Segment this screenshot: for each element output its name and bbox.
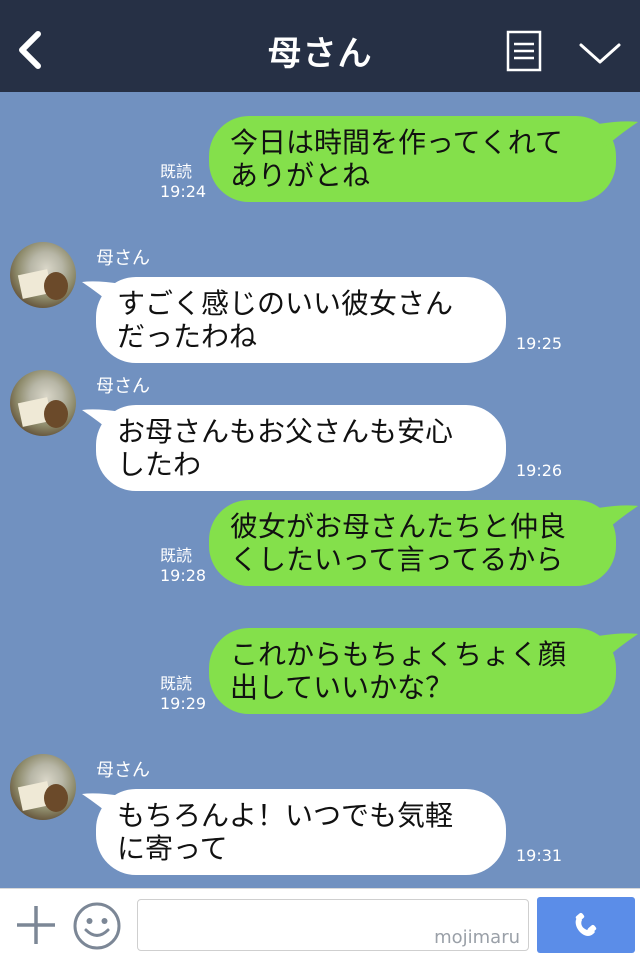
read-receipt: 既読 19:24 — [160, 162, 207, 201]
message-input[interactable]: mojimaru — [137, 899, 529, 951]
chat-title: 母さん — [267, 34, 373, 74]
plus-icon[interactable] — [14, 903, 58, 947]
message-time: 19:25 — [516, 334, 563, 353]
bubble-tail — [82, 281, 122, 308]
avatar[interactable] — [10, 754, 76, 820]
avatar[interactable] — [10, 370, 76, 436]
sender-name: 母さん — [96, 760, 150, 781]
bubble-tail — [82, 409, 122, 436]
read-receipt: 既読 19:28 — [160, 546, 207, 585]
watermark-text: mojimaru — [434, 927, 520, 948]
input-bar: mojimaru — [0, 888, 640, 960]
message-time: 19:26 — [516, 461, 563, 480]
message-time: 19:31 — [516, 846, 563, 865]
smiley-icon[interactable] — [72, 901, 122, 951]
chat-header: 母さん — [0, 0, 640, 92]
avatar[interactable] — [10, 242, 76, 308]
read-receipt: 既読 19:29 — [160, 674, 207, 713]
bubble-tail — [598, 505, 638, 532]
message-list[interactable]: 既読 19:24 今日は時間を作ってくれて ありがとね 母さん すごく感じのいい彼… — [0, 92, 640, 888]
outgoing-message-bubble[interactable]: 彼女がお母さんたちと仲良 くしたいって言ってるから — [209, 500, 616, 586]
chevron-down-icon[interactable] — [578, 38, 622, 68]
outgoing-message-bubble[interactable]: これからもちょくちょく顔 出していいかな？ — [209, 628, 616, 714]
sender-name: 母さん — [96, 376, 150, 397]
menu-list-icon[interactable] — [506, 30, 542, 72]
bubble-tail — [598, 121, 638, 148]
bubble-tail — [82, 793, 122, 820]
call-button[interactable] — [537, 897, 635, 953]
incoming-message-bubble[interactable]: もちろんよ！いつでも気軽 に寄って — [96, 789, 506, 875]
incoming-message-bubble[interactable]: お母さんもお父さんも安心 したわ — [96, 405, 506, 491]
sender-name: 母さん — [96, 248, 150, 269]
incoming-message-bubble[interactable]: すごく感じのいい彼女さん だったわね — [96, 277, 506, 363]
outgoing-message-bubble[interactable]: 今日は時間を作ってくれて ありがとね — [209, 116, 616, 202]
bubble-tail — [598, 633, 638, 660]
phone-icon — [575, 912, 597, 936]
